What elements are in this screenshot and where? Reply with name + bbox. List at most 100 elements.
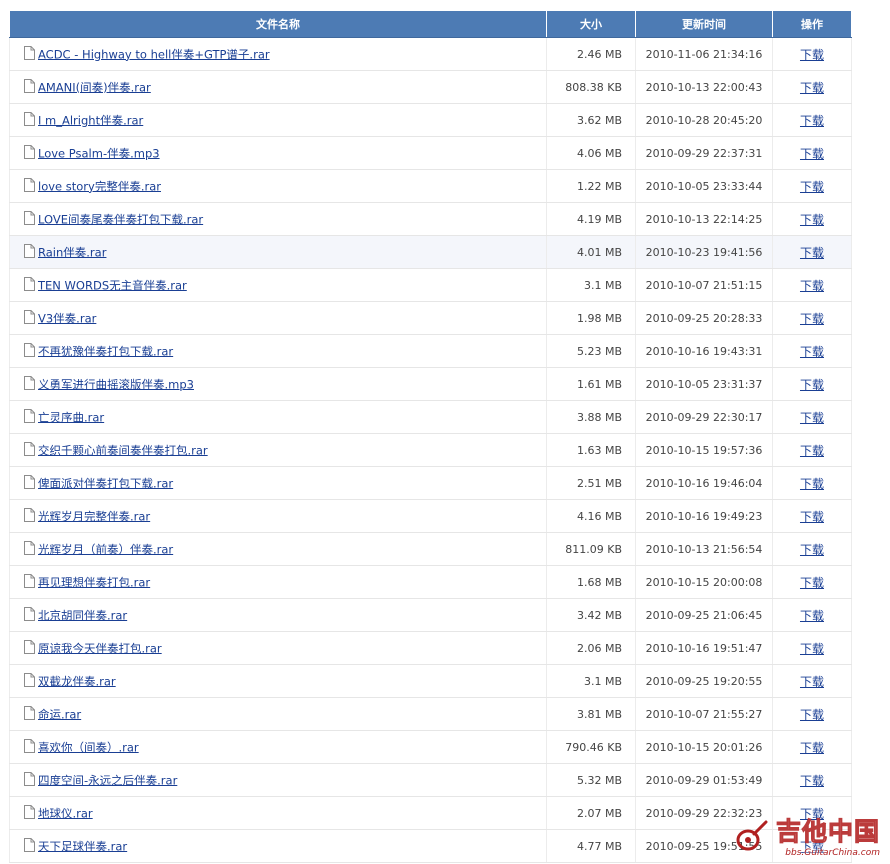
file-updated-time: 2010-10-15 19:57:36	[645, 443, 763, 457]
download-link[interactable]: 下载	[800, 279, 824, 293]
file-size: 4.16 MB	[576, 509, 622, 523]
file-size-cell: 1.63 MB	[546, 433, 636, 467]
file-name-link[interactable]: 交织千颗心前奏间奏伴奏打包.rar	[38, 443, 208, 457]
file-name-link[interactable]: 北京胡同伴奏.rar	[38, 608, 127, 622]
file-name-link[interactable]: AMANI(间奏)伴奏.rar	[38, 80, 151, 94]
file-size: 4.06 MB	[576, 146, 622, 160]
file-size-cell: 2.51 MB	[546, 466, 636, 500]
download-link[interactable]: 下载	[800, 246, 824, 260]
file-size-cell: 4.01 MB	[546, 235, 636, 269]
file-name-cell: 天下足球伴奏.rar	[9, 829, 547, 863]
file-time-cell: 2010-10-16 19:49:23	[635, 499, 773, 533]
table-row: 俾面派对伴奏打包下载.rar 2.51 MB 2010-10-16 19:46:04…	[9, 466, 852, 500]
download-link[interactable]: 下载	[800, 543, 824, 557]
file-size-cell: 811.09 KB	[546, 532, 636, 566]
file-updated-time: 2010-10-16 19:51:47	[645, 641, 763, 655]
file-name-link[interactable]: V3伴奏.rar	[38, 311, 96, 325]
file-time-cell: 2010-09-29 01:53:49	[635, 763, 773, 797]
download-link[interactable]: 下载	[800, 411, 824, 425]
download-link[interactable]: 下载	[800, 741, 824, 755]
file-name-link[interactable]: 原谅我今天伴奏打包.rar	[38, 641, 162, 655]
file-name-link[interactable]: love story完整伴奏.rar	[38, 179, 161, 193]
download-link[interactable]: 下载	[800, 840, 824, 854]
file-name-link[interactable]: TEN WORDS无主音伴奏.rar	[38, 278, 187, 292]
file-name-link[interactable]: 双截龙伴奏.rar	[38, 674, 116, 688]
download-link[interactable]: 下载	[800, 708, 824, 722]
file-name-link[interactable]: 再见理想伴奏打包.rar	[38, 575, 150, 589]
download-link[interactable]: 下载	[800, 378, 824, 392]
file-name-link[interactable]: 义勇军进行曲摇滚版伴奏.mp3	[38, 377, 194, 391]
download-link[interactable]: 下载	[800, 345, 824, 359]
file-updated-time: 2010-11-06 21:34:16	[645, 47, 763, 61]
file-updated-time: 2010-10-15 20:00:08	[645, 575, 763, 589]
file-name-cell: ACDC - Highway to hell伴奏+GTP谱子.rar	[9, 37, 547, 71]
file-op-cell: 下载	[772, 400, 852, 434]
download-link[interactable]: 下载	[800, 576, 824, 590]
file-size-cell: 2.07 MB	[546, 796, 636, 830]
file-size: 811.09 KB	[565, 542, 622, 556]
file-name-cell: 四度空间-永远之后伴奏.rar	[9, 763, 547, 797]
file-name-link[interactable]: 天下足球伴奏.rar	[38, 839, 127, 853]
download-link[interactable]: 下载	[800, 477, 824, 491]
file-updated-time: 2010-10-05 23:33:44	[645, 179, 763, 193]
file-size-cell: 1.68 MB	[546, 565, 636, 599]
table-row: 义勇军进行曲摇滚版伴奏.mp3 1.61 MB 2010-10-05 23:31:3…	[9, 367, 852, 401]
download-link[interactable]: 下载	[800, 609, 824, 623]
header-size: 大小	[546, 10, 636, 38]
download-link[interactable]: 下载	[800, 312, 824, 326]
table-row: 交织千颗心前奏间奏伴奏打包.rar 1.63 MB 2010-10-15 19:57…	[9, 433, 852, 467]
file-size-cell: 5.32 MB	[546, 763, 636, 797]
file-name-link[interactable]: Rain伴奏.rar	[38, 245, 106, 259]
download-link[interactable]: 下载	[800, 147, 824, 161]
header-row: 文件名称 大小 更新时间 操作	[9, 10, 852, 38]
file-time-cell: 2010-09-25 19:20:55	[635, 664, 773, 698]
file-name-link[interactable]: I m_Alright伴奏.rar	[38, 113, 143, 127]
download-link[interactable]: 下载	[800, 444, 824, 458]
file-name-link[interactable]: 喜欢你（间奏）.rar	[38, 740, 139, 754]
file-size: 2.46 MB	[576, 47, 622, 61]
file-name-link[interactable]: 命运.rar	[38, 707, 81, 721]
file-name-link[interactable]: 光辉岁月完整伴奏.rar	[38, 509, 150, 523]
file-name-link[interactable]: 四度空间-永远之后伴奏.rar	[38, 773, 177, 787]
file-name-link[interactable]: 光辉岁月（前奏）伴奏.rar	[38, 542, 173, 556]
file-icon	[24, 342, 35, 360]
file-name-link[interactable]: 俾面派对伴奏打包下载.rar	[38, 476, 173, 490]
file-op-cell: 下载	[772, 466, 852, 500]
download-link[interactable]: 下载	[800, 774, 824, 788]
file-name-cell: 北京胡同伴奏.rar	[9, 598, 547, 632]
file-name-link[interactable]: 亡灵序曲.rar	[38, 410, 104, 424]
table-row: Love Psalm-伴奏.mp3 4.06 MB 2010-09-29 22:37…	[9, 136, 852, 170]
file-time-cell: 2010-09-25 19:51:55	[635, 829, 773, 863]
download-link[interactable]: 下载	[800, 675, 824, 689]
download-link[interactable]: 下载	[800, 510, 824, 524]
file-size: 3.1 MB	[583, 278, 622, 292]
file-updated-time: 2010-09-25 19:20:55	[645, 674, 763, 688]
file-size-cell: 808.38 KB	[546, 70, 636, 104]
file-name-link[interactable]: LOVE间奏尾奏伴奏打包下载.rar	[38, 212, 203, 226]
table-header: 文件名称 大小 更新时间 操作	[9, 10, 852, 38]
file-op-cell: 下载	[772, 829, 852, 863]
file-name-cell: 不再犹豫伴奏打包下载.rar	[9, 334, 547, 368]
download-link[interactable]: 下载	[800, 114, 824, 128]
download-link[interactable]: 下载	[800, 81, 824, 95]
file-size: 2.07 MB	[576, 806, 622, 820]
file-time-cell: 2010-09-25 21:06:45	[635, 598, 773, 632]
table-row: 原谅我今天伴奏打包.rar 2.06 MB 2010-10-16 19:51:47 下…	[9, 631, 852, 665]
file-updated-time: 2010-09-29 22:32:23	[645, 806, 763, 820]
download-link[interactable]: 下载	[800, 213, 824, 227]
file-name-link[interactable]: 地球仪.rar	[38, 806, 93, 820]
file-updated-time: 2010-09-25 19:51:55	[645, 839, 763, 853]
file-time-cell: 2010-10-15 20:01:26	[635, 730, 773, 764]
file-time-cell: 2010-09-29 22:30:17	[635, 400, 773, 434]
table-row: 命运.rar 3.81 MB 2010-10-07 21:55:27 下载	[9, 697, 852, 731]
download-link[interactable]: 下载	[800, 642, 824, 656]
file-name-link[interactable]: ACDC - Highway to hell伴奏+GTP谱子.rar	[38, 47, 270, 61]
file-updated-time: 2010-10-07 21:55:27	[645, 707, 763, 721]
file-name-link[interactable]: Love Psalm-伴奏.mp3	[38, 146, 160, 160]
file-op-cell: 下载	[772, 136, 852, 170]
download-link[interactable]: 下载	[800, 807, 824, 821]
download-link[interactable]: 下载	[800, 180, 824, 194]
download-link[interactable]: 下载	[800, 48, 824, 62]
file-name-link[interactable]: 不再犹豫伴奏打包下载.rar	[38, 344, 173, 358]
file-time-cell: 2010-11-06 21:34:16	[635, 37, 773, 71]
